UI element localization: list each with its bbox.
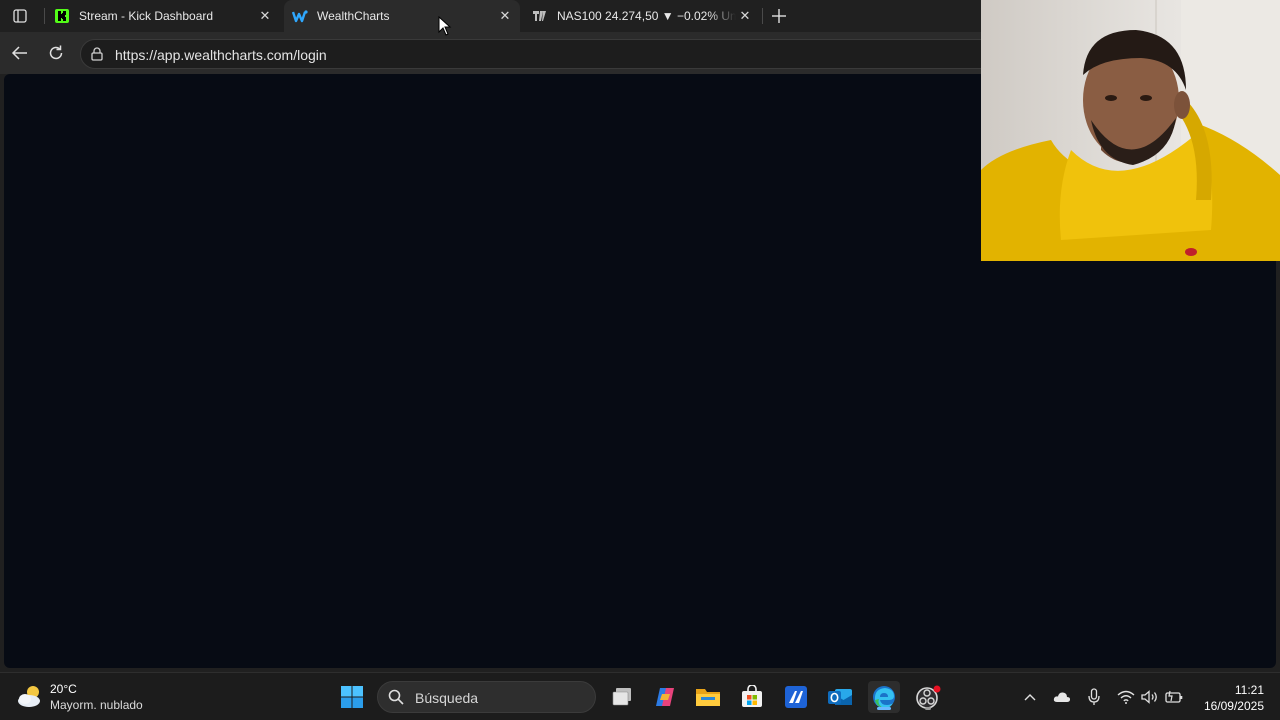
running-indicator [877,707,891,710]
wifi-tray-button[interactable] [1116,687,1136,707]
store-icon [742,685,762,707]
new-tab-button[interactable] [768,5,790,27]
search-placeholder: Búsqueda [415,690,479,706]
outlook-icon [828,689,852,705]
microsoft-store-button[interactable] [736,681,768,713]
arrow-left-icon [11,46,27,60]
back-button[interactable] [8,41,32,65]
windows-taskbar: 20°C Mayorm. nublado Búsqueda 11:21 16/0… [0,672,1280,720]
edge-button[interactable] [868,681,900,713]
webcam-person-image [981,0,1280,261]
search-icon [388,689,404,705]
outlook-button[interactable] [824,681,856,713]
lock-icon[interactable] [89,46,105,62]
wifi-icon [1117,690,1135,704]
app-button[interactable] [780,681,812,713]
copilot-button[interactable] [649,681,681,713]
plus-icon [772,9,786,23]
folder-icon [696,689,720,706]
chevron-up-icon [1024,694,1036,701]
copilot-icon [656,688,674,706]
weather-temperature: 20°C [50,682,77,696]
battery-charging-icon [1165,690,1183,703]
taskbar-search-box[interactable]: Búsqueda [377,681,596,713]
running-indicator [925,707,931,710]
reload-button[interactable] [44,41,68,65]
cloud-icon [1053,692,1071,702]
url-text[interactable]: https://app.wealthcharts.com/login [115,47,327,63]
tab-wealthcharts[interactable]: WealthCharts ✕ [284,0,520,32]
tab-actions-icon [13,9,27,23]
clock-time: 11:21 [1234,683,1264,697]
microphone-tray-button[interactable] [1084,687,1104,707]
kick-icon [54,8,70,24]
tab-separator [762,8,763,24]
weather-condition: Mayorm. nublado [50,698,143,712]
tab-separator [44,8,45,24]
windows-logo-icon [341,686,363,708]
webcam-overlay [981,0,1280,261]
tab-kick-dashboard[interactable]: Stream - Kick Dashboard ✕ [46,0,280,32]
battery-tray-button[interactable] [1164,687,1184,707]
close-tab-icon[interactable]: ✕ [736,7,754,25]
start-button[interactable] [336,681,368,713]
tab-title: NAS100 24.274,50 ▼ −0.02% Unn [557,9,736,23]
close-tab-icon[interactable]: ✕ [496,7,514,25]
taskbar-clock[interactable]: 11:21 16/09/2025 [1194,682,1264,714]
obs-button[interactable] [912,681,944,713]
show-hidden-icons-button[interactable] [1020,687,1040,707]
microphone-icon [1088,688,1100,705]
cloud-sun-icon [18,686,40,707]
onedrive-tray-button[interactable] [1052,687,1072,707]
close-tab-icon[interactable]: ✕ [256,7,274,25]
task-view-icon [612,688,631,706]
reload-icon [49,45,63,60]
weather-widget[interactable]: 20°C Mayorm. nublado [16,680,166,716]
tab-nas100[interactable]: NAS100 24.274,50 ▼ −0.02% Unn ✕ [524,0,760,32]
tab-title: WealthCharts [317,9,390,23]
mouse-cursor-icon [438,16,452,36]
volume-tray-button[interactable] [1140,687,1160,707]
task-view-button[interactable] [606,681,638,713]
speaker-icon [1141,690,1157,704]
clock-date: 16/09/2025 [1203,699,1264,713]
desktop-screen: Stream - Kick Dashboard ✕ WealthCharts ✕… [0,0,1280,720]
tradingview-icon [532,8,548,24]
tab-actions-button[interactable] [8,5,32,27]
file-explorer-button[interactable] [692,681,724,713]
wealthcharts-icon [292,8,308,24]
blue-app-icon [785,686,807,708]
tab-title: Stream - Kick Dashboard [79,9,214,23]
